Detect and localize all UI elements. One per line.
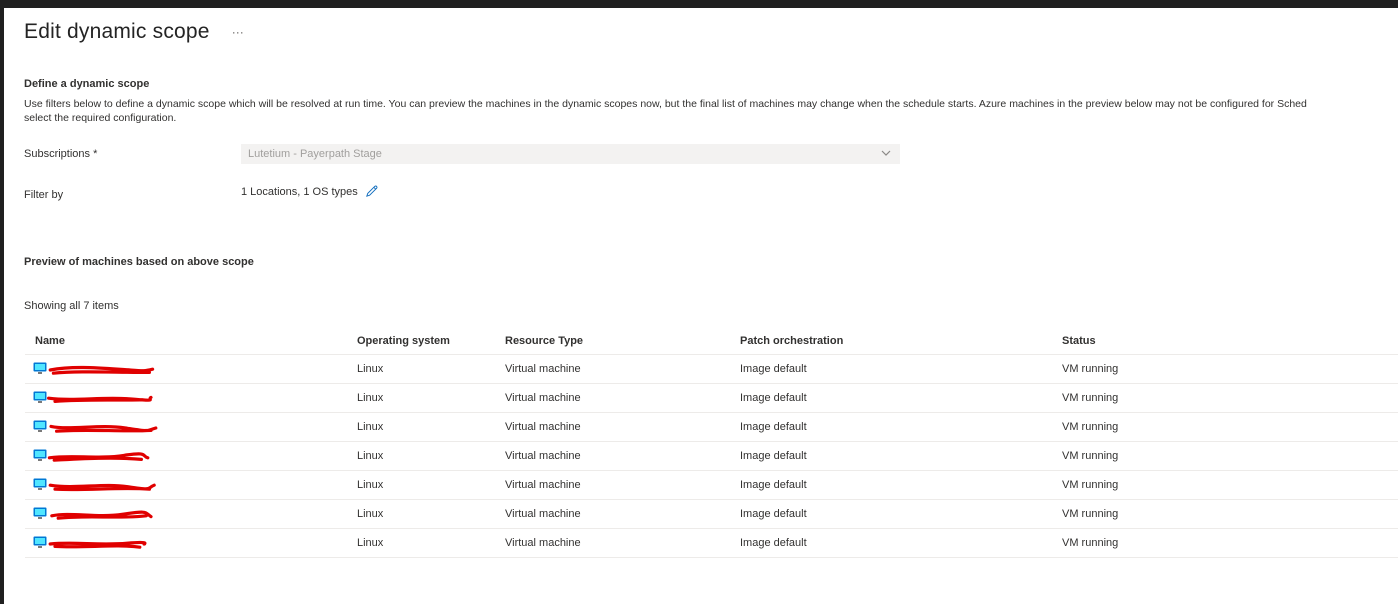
- operating-system-cell: Linux: [347, 383, 495, 413]
- table-row[interactable]: Linux Virtual machine Image default VM runn…: [25, 499, 1398, 529]
- items-count: Showing all 7 items: [24, 300, 119, 312]
- table-row[interactable]: Linux Virtual machine Image default VM runn…: [25, 354, 1398, 384]
- define-scope-heading: Define a dynamic scope: [24, 78, 150, 90]
- virtual-machine-icon: [33, 449, 47, 461]
- virtual-machine-icon: [33, 391, 47, 403]
- edit-dynamic-scope-panel: Edit dynamic scope ··· Define a dynamic …: [4, 8, 1398, 604]
- status-cell: VM running: [1052, 383, 1398, 413]
- operating-system-cell: Linux: [347, 412, 495, 442]
- patch-orchestration-cell: Image default: [730, 441, 1052, 471]
- table-header-row: Name Operating system Resource Type Patc…: [25, 328, 1398, 355]
- operating-system-cell: Linux: [347, 470, 495, 500]
- filter-by-value: 1 Locations, 1 OS types: [241, 185, 358, 198]
- virtual-machine-icon: [33, 536, 47, 548]
- title-row: Edit dynamic scope ···: [24, 20, 244, 44]
- status-cell: VM running: [1052, 499, 1398, 529]
- resource-type-cell: Virtual machine: [495, 499, 730, 529]
- virtual-machine-icon: [33, 478, 47, 490]
- subscriptions-label: Subscriptions *: [24, 148, 98, 160]
- machine-name-cell: [25, 383, 347, 413]
- machine-name-cell: [25, 470, 347, 500]
- operating-system-cell: Linux: [347, 354, 495, 384]
- patch-orchestration-cell: Image default: [730, 470, 1052, 500]
- page-title: Edit dynamic scope: [24, 20, 210, 43]
- description-line-2: select the required configuration.: [24, 112, 177, 124]
- column-header-name[interactable]: Name: [25, 328, 347, 355]
- patch-orchestration-cell: Image default: [730, 412, 1052, 442]
- column-header-operating-system[interactable]: Operating system: [347, 328, 495, 355]
- status-cell: VM running: [1052, 441, 1398, 471]
- resource-type-cell: Virtual machine: [495, 354, 730, 384]
- pencil-icon[interactable]: [364, 184, 379, 199]
- operating-system-cell: Linux: [347, 499, 495, 529]
- filter-by-label: Filter by: [24, 189, 64, 201]
- status-cell: VM running: [1052, 412, 1398, 442]
- subscriptions-dropdown[interactable]: Lutetium - Payerpath Stage: [241, 144, 900, 164]
- redaction-mark: [49, 424, 158, 433]
- status-cell: VM running: [1052, 354, 1398, 384]
- operating-system-cell: Linux: [347, 441, 495, 471]
- redaction-mark: [47, 395, 153, 404]
- redaction-mark: [47, 452, 150, 462]
- machine-name-cell: [25, 354, 347, 384]
- column-header-resource-type[interactable]: Resource Type: [495, 328, 730, 355]
- preview-heading: Preview of machines based on above scope: [24, 256, 254, 268]
- chevron-down-icon: [881, 150, 891, 156]
- virtual-machine-icon: [33, 507, 47, 519]
- description-line-1: Use filters below to define a dynamic sc…: [24, 98, 1307, 110]
- patch-orchestration-cell: Image default: [730, 528, 1052, 558]
- machine-name-cell: [25, 528, 347, 558]
- redaction-mark: [50, 510, 153, 520]
- resource-type-cell: Virtual machine: [495, 383, 730, 413]
- more-options-button[interactable]: ···: [232, 26, 244, 38]
- machine-name-cell: [25, 441, 347, 471]
- status-cell: VM running: [1052, 470, 1398, 500]
- column-header-patch-orchestration[interactable]: Patch orchestration: [730, 328, 1052, 355]
- table-row[interactable]: Linux Virtual machine Image default VM runn…: [25, 470, 1398, 500]
- machines-table: Name Operating system Resource Type Patc…: [25, 328, 1398, 558]
- redaction-mark: [48, 365, 155, 375]
- patch-orchestration-cell: Image default: [730, 383, 1052, 413]
- resource-type-cell: Virtual machine: [495, 470, 730, 500]
- resource-type-cell: Virtual machine: [495, 412, 730, 442]
- table-row[interactable]: Linux Virtual machine Image default VM runn…: [25, 441, 1398, 471]
- resource-type-cell: Virtual machine: [495, 441, 730, 471]
- virtual-machine-icon: [33, 420, 47, 432]
- table-row[interactable]: Linux Virtual machine Image default VM runn…: [25, 412, 1398, 442]
- filter-by-value-row: 1 Locations, 1 OS types: [241, 184, 379, 199]
- patch-orchestration-cell: Image default: [730, 499, 1052, 529]
- define-scope-description: Use filters below to define a dynamic sc…: [24, 97, 1398, 125]
- table-row[interactable]: Linux Virtual machine Image default VM runn…: [25, 528, 1398, 558]
- column-header-status[interactable]: Status: [1052, 328, 1398, 355]
- redaction-mark: [48, 540, 147, 549]
- virtual-machine-icon: [33, 362, 47, 374]
- machine-name-cell: [25, 499, 347, 529]
- patch-orchestration-cell: Image default: [730, 354, 1052, 384]
- subscriptions-value: Lutetium - Payerpath Stage: [248, 148, 382, 160]
- operating-system-cell: Linux: [347, 528, 495, 558]
- redaction-mark: [48, 483, 156, 492]
- resource-type-cell: Virtual machine: [495, 528, 730, 558]
- status-cell: VM running: [1052, 528, 1398, 558]
- table-row[interactable]: Linux Virtual machine Image default VM runn…: [25, 383, 1398, 413]
- machine-name-cell: [25, 412, 347, 442]
